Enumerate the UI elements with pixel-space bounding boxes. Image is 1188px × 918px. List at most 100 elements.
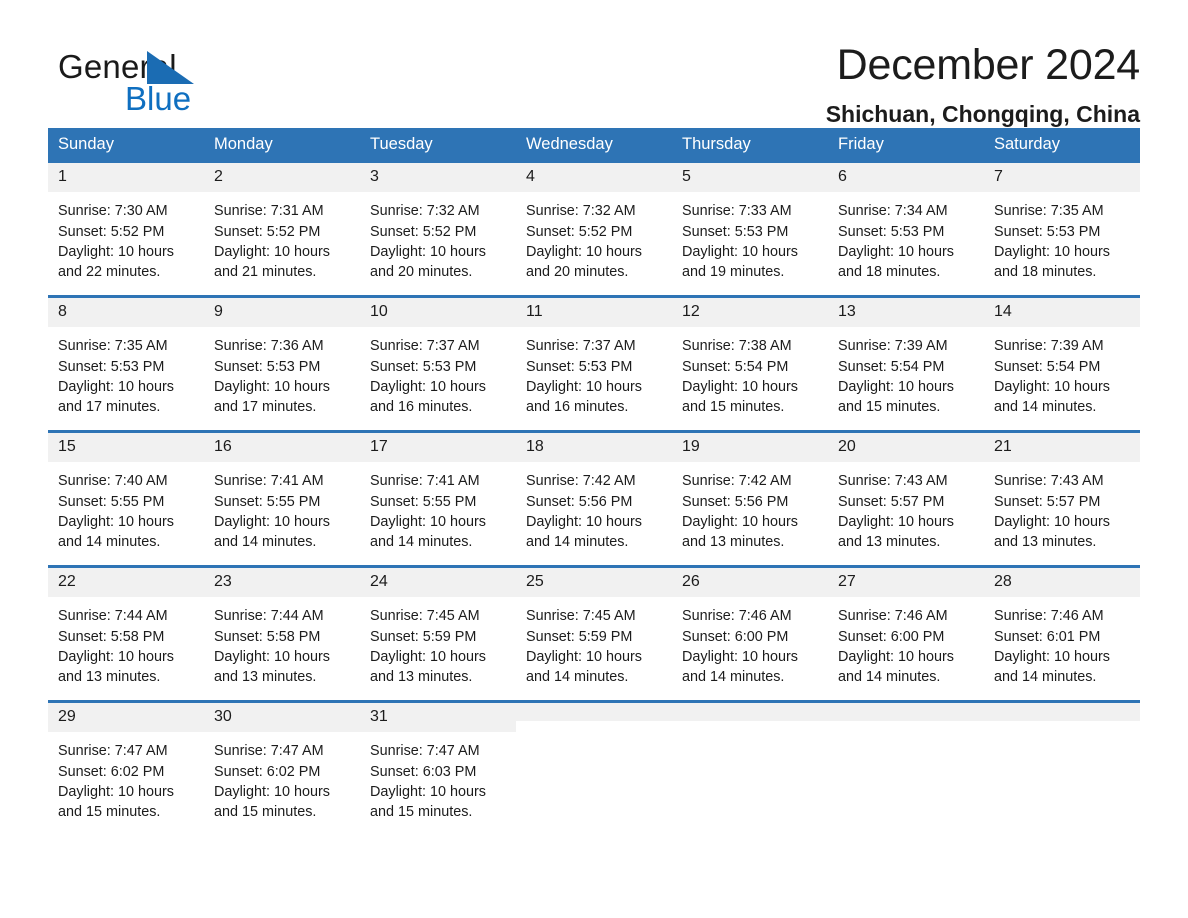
- daylight-text-line2: and 14 minutes.: [58, 534, 161, 550]
- day-details: Sunrise: 7:45 AM Sunset: 5:59 PM Dayligh…: [516, 597, 672, 687]
- weekday-header-wednesday: Wednesday: [516, 128, 672, 163]
- day-cell-empty: [672, 700, 828, 835]
- day-cell[interactable]: 8 Sunrise: 7:35 AM Sunset: 5:53 PM Dayli…: [48, 295, 204, 432]
- day-number: 8: [48, 298, 204, 328]
- day-cell[interactable]: 9 Sunrise: 7:36 AM Sunset: 5:53 PM Dayli…: [204, 295, 360, 432]
- day-details: Sunrise: 7:37 AM Sunset: 5:53 PM Dayligh…: [360, 327, 516, 417]
- daylight-text-line1: Daylight: 10 hours: [682, 648, 798, 665]
- day-cell[interactable]: 3 Sunrise: 7:32 AM Sunset: 5:52 PM Dayli…: [360, 163, 516, 297]
- day-details: Sunrise: 7:34 AM Sunset: 5:53 PM Dayligh…: [828, 192, 984, 282]
- day-cell[interactable]: 29 Sunrise: 7:47 AM Sunset: 6:02 PM Dayl…: [48, 700, 204, 835]
- day-cell[interactable]: 2 Sunrise: 7:31 AM Sunset: 5:52 PM Dayli…: [204, 163, 360, 297]
- sunset-text: Sunset: 5:58 PM: [58, 628, 165, 645]
- day-details: Sunrise: 7:35 AM Sunset: 5:53 PM Dayligh…: [984, 192, 1140, 282]
- daylight-text-line2: and 19 minutes.: [682, 264, 785, 280]
- sunset-text: Sunset: 5:57 PM: [994, 493, 1101, 510]
- daylight-text-line2: and 14 minutes.: [994, 399, 1097, 415]
- day-cell-empty: [516, 700, 672, 835]
- day-cell[interactable]: 26 Sunrise: 7:46 AM Sunset: 6:00 PM Dayl…: [672, 565, 828, 702]
- sunset-text: Sunset: 5:53 PM: [682, 223, 789, 240]
- day-cell[interactable]: 25 Sunrise: 7:45 AM Sunset: 5:59 PM Dayl…: [516, 565, 672, 702]
- daylight-text-line2: and 17 minutes.: [58, 399, 161, 415]
- sunset-text: Sunset: 6:02 PM: [214, 763, 321, 780]
- day-number: 13: [828, 298, 984, 328]
- daylight-text-line2: and 14 minutes.: [838, 669, 941, 685]
- sunset-text: Sunset: 5:53 PM: [370, 358, 477, 375]
- day-cell[interactable]: 14 Sunrise: 7:39 AM Sunset: 5:54 PM Dayl…: [984, 295, 1140, 432]
- daylight-text-line1: Daylight: 10 hours: [370, 648, 486, 665]
- sunset-text: Sunset: 5:55 PM: [58, 493, 165, 510]
- sunrise-text: Sunrise: 7:34 AM: [838, 203, 948, 220]
- day-cell[interactable]: 30 Sunrise: 7:47 AM Sunset: 6:02 PM Dayl…: [204, 700, 360, 835]
- sunset-text: Sunset: 5:53 PM: [526, 358, 633, 375]
- sunrise-text: Sunrise: 7:37 AM: [370, 338, 480, 355]
- sunset-text: Sunset: 5:59 PM: [526, 628, 633, 645]
- day-cell[interactable]: 15 Sunrise: 7:40 AM Sunset: 5:55 PM Dayl…: [48, 430, 204, 567]
- day-details: Sunrise: 7:40 AM Sunset: 5:55 PM Dayligh…: [48, 462, 204, 552]
- day-cell[interactable]: 22 Sunrise: 7:44 AM Sunset: 5:58 PM Dayl…: [48, 565, 204, 702]
- day-cell[interactable]: 19 Sunrise: 7:42 AM Sunset: 5:56 PM Dayl…: [672, 430, 828, 567]
- day-number: [828, 703, 984, 721]
- sunset-text: Sunset: 5:59 PM: [370, 628, 477, 645]
- daylight-text-line2: and 14 minutes.: [370, 534, 473, 550]
- daylight-text-line1: Daylight: 10 hours: [370, 513, 486, 530]
- sunset-text: Sunset: 5:54 PM: [682, 358, 789, 375]
- sunrise-text: Sunrise: 7:36 AM: [214, 338, 324, 355]
- daylight-text-line1: Daylight: 10 hours: [994, 513, 1110, 530]
- sunset-text: Sunset: 5:56 PM: [682, 493, 789, 510]
- sunset-text: Sunset: 5:54 PM: [994, 358, 1101, 375]
- page-title: December 2024: [836, 41, 1141, 89]
- day-details: Sunrise: 7:39 AM Sunset: 5:54 PM Dayligh…: [828, 327, 984, 417]
- day-details: Sunrise: 7:33 AM Sunset: 5:53 PM Dayligh…: [672, 192, 828, 282]
- daylight-text-line2: and 20 minutes.: [370, 264, 473, 280]
- daylight-text-line2: and 18 minutes.: [838, 264, 941, 280]
- day-cell[interactable]: 17 Sunrise: 7:41 AM Sunset: 5:55 PM Dayl…: [360, 430, 516, 567]
- day-cell[interactable]: 11 Sunrise: 7:37 AM Sunset: 5:53 PM Dayl…: [516, 295, 672, 432]
- day-cell[interactable]: 6 Sunrise: 7:34 AM Sunset: 5:53 PM Dayli…: [828, 163, 984, 297]
- daylight-text-line2: and 13 minutes.: [370, 669, 473, 685]
- daylight-text-line1: Daylight: 10 hours: [682, 378, 798, 395]
- day-number: 31: [360, 703, 516, 733]
- daylight-text-line2: and 16 minutes.: [526, 399, 629, 415]
- day-number: 20: [828, 433, 984, 463]
- day-cell[interactable]: 31 Sunrise: 7:47 AM Sunset: 6:03 PM Dayl…: [360, 700, 516, 835]
- day-cell[interactable]: 21 Sunrise: 7:43 AM Sunset: 5:57 PM Dayl…: [984, 430, 1140, 567]
- sunrise-text: Sunrise: 7:39 AM: [994, 338, 1104, 355]
- day-cell[interactable]: 23 Sunrise: 7:44 AM Sunset: 5:58 PM Dayl…: [204, 565, 360, 702]
- day-details: Sunrise: 7:46 AM Sunset: 6:00 PM Dayligh…: [672, 597, 828, 687]
- day-cell[interactable]: 20 Sunrise: 7:43 AM Sunset: 5:57 PM Dayl…: [828, 430, 984, 567]
- sunrise-text: Sunrise: 7:47 AM: [58, 743, 168, 760]
- sunset-text: Sunset: 5:55 PM: [214, 493, 321, 510]
- day-cell[interactable]: 13 Sunrise: 7:39 AM Sunset: 5:54 PM Dayl…: [828, 295, 984, 432]
- day-cell[interactable]: 18 Sunrise: 7:42 AM Sunset: 5:56 PM Dayl…: [516, 430, 672, 567]
- daylight-text-line2: and 14 minutes.: [526, 669, 629, 685]
- day-details: Sunrise: 7:37 AM Sunset: 5:53 PM Dayligh…: [516, 327, 672, 417]
- daylight-text-line2: and 14 minutes.: [214, 534, 317, 550]
- day-cell[interactable]: 5 Sunrise: 7:33 AM Sunset: 5:53 PM Dayli…: [672, 163, 828, 297]
- weekday-header-monday: Monday: [204, 128, 360, 163]
- sunset-text: Sunset: 5:53 PM: [58, 358, 165, 375]
- daylight-text-line1: Daylight: 10 hours: [58, 648, 174, 665]
- day-cell[interactable]: 4 Sunrise: 7:32 AM Sunset: 5:52 PM Dayli…: [516, 163, 672, 297]
- day-cell[interactable]: 27 Sunrise: 7:46 AM Sunset: 6:00 PM Dayl…: [828, 565, 984, 702]
- day-details: Sunrise: 7:41 AM Sunset: 5:55 PM Dayligh…: [360, 462, 516, 552]
- daylight-text-line2: and 13 minutes.: [214, 669, 317, 685]
- day-details: Sunrise: 7:43 AM Sunset: 5:57 PM Dayligh…: [984, 462, 1140, 552]
- day-number: 27: [828, 568, 984, 598]
- daylight-text-line2: and 22 minutes.: [58, 264, 161, 280]
- day-cell[interactable]: 10 Sunrise: 7:37 AM Sunset: 5:53 PM Dayl…: [360, 295, 516, 432]
- day-cell-empty: [828, 700, 984, 835]
- day-cell[interactable]: 12 Sunrise: 7:38 AM Sunset: 5:54 PM Dayl…: [672, 295, 828, 432]
- day-details: Sunrise: 7:43 AM Sunset: 5:57 PM Dayligh…: [828, 462, 984, 552]
- day-number: 21: [984, 433, 1140, 463]
- day-details: Sunrise: 7:47 AM Sunset: 6:03 PM Dayligh…: [360, 732, 516, 822]
- day-cell[interactable]: 24 Sunrise: 7:45 AM Sunset: 5:59 PM Dayl…: [360, 565, 516, 702]
- day-cell[interactable]: 28 Sunrise: 7:46 AM Sunset: 6:01 PM Dayl…: [984, 565, 1140, 702]
- daylight-text-line1: Daylight: 10 hours: [526, 513, 642, 530]
- day-cell[interactable]: 1 Sunrise: 7:30 AM Sunset: 5:52 PM Dayli…: [48, 163, 204, 297]
- daylight-text-line2: and 21 minutes.: [214, 264, 317, 280]
- sunrise-text: Sunrise: 7:31 AM: [214, 203, 324, 220]
- day-cell[interactable]: 16 Sunrise: 7:41 AM Sunset: 5:55 PM Dayl…: [204, 430, 360, 567]
- day-number: 29: [48, 703, 204, 733]
- day-cell[interactable]: 7 Sunrise: 7:35 AM Sunset: 5:53 PM Dayli…: [984, 163, 1140, 297]
